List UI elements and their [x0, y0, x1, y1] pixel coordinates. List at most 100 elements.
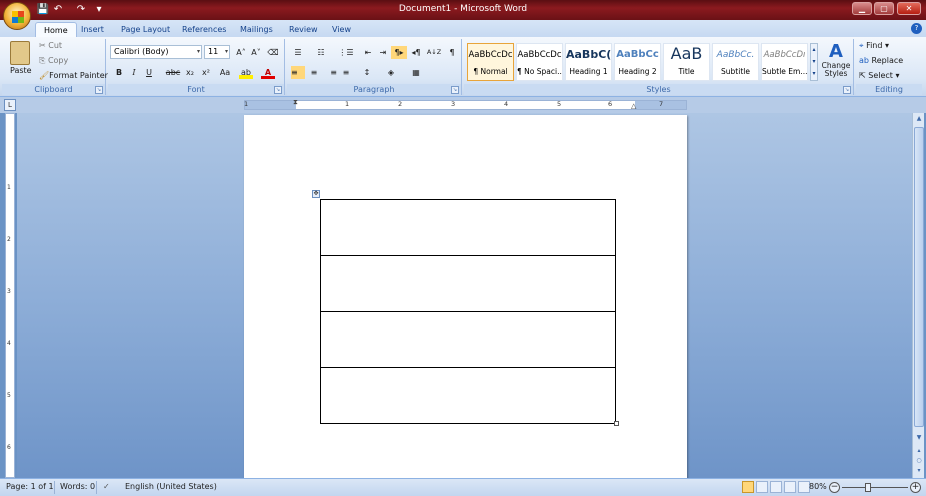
select-browse-object-icon[interactable]: ○	[914, 456, 924, 466]
bullets-button[interactable]: ☰	[291, 46, 305, 59]
align-right-button[interactable]: ≡	[323, 66, 337, 79]
table-cell[interactable]	[320, 255, 616, 312]
minimize-button[interactable]: ▁	[852, 2, 872, 15]
style-subtle-emphasis[interactable]: AaBbCcDı Subtle Em...	[761, 43, 808, 81]
italic-button[interactable]: I	[127, 66, 141, 79]
replace-button[interactable]: ab Replace	[859, 56, 903, 65]
font-group-label: Font	[108, 84, 284, 95]
clipboard-launcher-icon[interactable]: ↘	[95, 86, 103, 94]
zoom-slider[interactable]	[842, 487, 908, 488]
clear-formatting-button[interactable]: ⌫	[266, 46, 280, 59]
full-screen-reading-view-icon[interactable]	[756, 481, 768, 493]
outline-view-icon[interactable]	[784, 481, 796, 493]
table-cell[interactable]	[320, 311, 616, 368]
copy-button[interactable]: ⎘ Copy	[39, 56, 68, 66]
zoom-level[interactable]: 80%	[809, 482, 827, 491]
change-case-button[interactable]: Aa	[216, 66, 234, 79]
help-icon[interactable]: ?	[911, 23, 922, 34]
shrink-font-button[interactable]: A˅	[249, 46, 263, 59]
change-styles-button[interactable]: A Change Styles	[821, 41, 851, 78]
grow-font-button[interactable]: A˄	[234, 46, 248, 59]
close-button[interactable]: ✕	[897, 2, 921, 15]
bold-button[interactable]: B	[112, 66, 126, 79]
tab-page-layout[interactable]: Page Layout	[121, 22, 170, 37]
table-resize-handle[interactable]	[614, 421, 619, 426]
paste-icon[interactable]	[10, 41, 30, 65]
align-left-button[interactable]: ≡	[291, 66, 305, 79]
indent-marker-icon[interactable]: ⧗	[293, 98, 298, 107]
page-count[interactable]: Page: 1 of 1	[6, 482, 54, 491]
style-heading-2[interactable]: AaBbCc Heading 2	[614, 43, 661, 81]
tab-home[interactable]: Home	[35, 22, 77, 37]
scroll-up-icon[interactable]: ▲	[914, 114, 924, 124]
style-subtitle[interactable]: AaBbCc. Subtitle	[712, 43, 759, 81]
tab-mailings[interactable]: Mailings	[240, 22, 273, 37]
paragraph-group: ☰ ☷ ⋮☰ ⇤ ⇥ ¶▸ ◂¶ A↓Z ¶ ≡ ≡ ≡ ≡ ↕ ◈ ▦ Par…	[287, 39, 462, 95]
word-count[interactable]: Words: 0	[60, 482, 95, 491]
document-table[interactable]	[320, 199, 616, 424]
format-painter-button[interactable]: 🖌Format Painter	[39, 71, 108, 80]
style-title[interactable]: AaB Title	[663, 43, 710, 81]
table-cell[interactable]	[320, 199, 616, 256]
office-button[interactable]	[3, 2, 31, 30]
styles-gallery-scroll[interactable]: ▴ ▾ ▾	[810, 43, 818, 81]
superscript-button[interactable]: x²	[199, 66, 213, 79]
rtl-button[interactable]: ◂¶	[408, 46, 424, 59]
print-layout-view-icon[interactable]	[742, 481, 754, 493]
next-page-icon[interactable]: ▾	[914, 466, 924, 476]
highlight-button[interactable]: ab	[239, 66, 253, 79]
window-title: Document1 - Microsoft Word	[398, 4, 528, 14]
table-move-handle-icon[interactable]: ✥	[312, 190, 320, 198]
show-marks-button[interactable]: ¶	[445, 46, 459, 59]
font-launcher-icon[interactable]: ↘	[274, 86, 282, 94]
center-button[interactable]: ≡	[307, 66, 321, 79]
tab-references[interactable]: References	[182, 22, 226, 37]
select-button[interactable]: ⇱ Select ▾	[859, 71, 900, 80]
paragraph-launcher-icon[interactable]: ↘	[451, 86, 459, 94]
tab-selector-icon[interactable]: L	[4, 99, 16, 111]
paste-button[interactable]: Paste	[10, 66, 32, 75]
language-status[interactable]: English (United States)	[125, 482, 217, 491]
scroll-thumb[interactable]	[914, 127, 924, 427]
shading-button[interactable]: ◈	[384, 66, 398, 79]
font-color-button[interactable]: A	[261, 66, 275, 79]
table-cell[interactable]	[320, 367, 616, 424]
subscript-button[interactable]: x₂	[183, 66, 197, 79]
borders-button[interactable]: ▦	[409, 66, 423, 79]
document-page[interactable]: ✥	[244, 115, 687, 478]
justify-button[interactable]: ≡	[339, 66, 353, 79]
ltr-button[interactable]: ¶▸	[391, 46, 407, 59]
numbering-button[interactable]: ☷	[314, 46, 328, 59]
font-size-select[interactable]: 11 ▾	[204, 45, 230, 59]
binoculars-icon: ⌖	[859, 41, 867, 50]
web-layout-view-icon[interactable]	[770, 481, 782, 493]
multilevel-list-button[interactable]: ⋮☰	[337, 46, 355, 59]
increase-indent-button[interactable]: ⇥	[376, 46, 390, 59]
strikethrough-button[interactable]: abc	[164, 66, 182, 79]
vertical-scrollbar[interactable]: ▲ ▼ ▴ ○ ▾	[912, 113, 924, 478]
styles-launcher-icon[interactable]: ↘	[843, 86, 851, 94]
tab-review[interactable]: Review	[289, 22, 318, 37]
zoom-out-icon[interactable]: −	[829, 482, 840, 493]
font-family-select[interactable]: Calibri (Body) ▾	[110, 45, 202, 59]
zoom-in-icon[interactable]: +	[910, 482, 921, 493]
line-spacing-button[interactable]: ↕	[360, 66, 374, 79]
maximize-button[interactable]: ▢	[874, 2, 894, 15]
zoom-slider-thumb[interactable]	[864, 483, 871, 492]
style-normal[interactable]: AaBbCcDc ¶ Normal	[467, 43, 514, 81]
style-no-spacing[interactable]: AaBbCcDc ¶ No Spaci...	[516, 43, 563, 81]
style-heading-1[interactable]: AaBbC( Heading 1	[565, 43, 612, 81]
tab-view[interactable]: View	[332, 22, 351, 37]
horizontal-ruler[interactable]: 1 1 2 3 4 5 6 7 ⧗ △	[244, 98, 687, 110]
find-button[interactable]: ⌖ Find ▾	[859, 41, 889, 51]
decrease-indent-button[interactable]: ⇤	[361, 46, 375, 59]
proofing-icon[interactable]: ✓	[103, 482, 110, 491]
cut-button[interactable]: ✂ Cut	[39, 41, 62, 50]
status-separator	[96, 481, 97, 494]
previous-page-icon[interactable]: ▴	[914, 446, 924, 456]
underline-button[interactable]: U	[142, 66, 156, 79]
scroll-down-icon[interactable]: ▼	[914, 433, 924, 443]
tab-insert[interactable]: Insert	[81, 22, 104, 37]
sort-button[interactable]: A↓Z	[425, 46, 443, 59]
right-indent-marker-icon[interactable]: △	[631, 102, 636, 110]
